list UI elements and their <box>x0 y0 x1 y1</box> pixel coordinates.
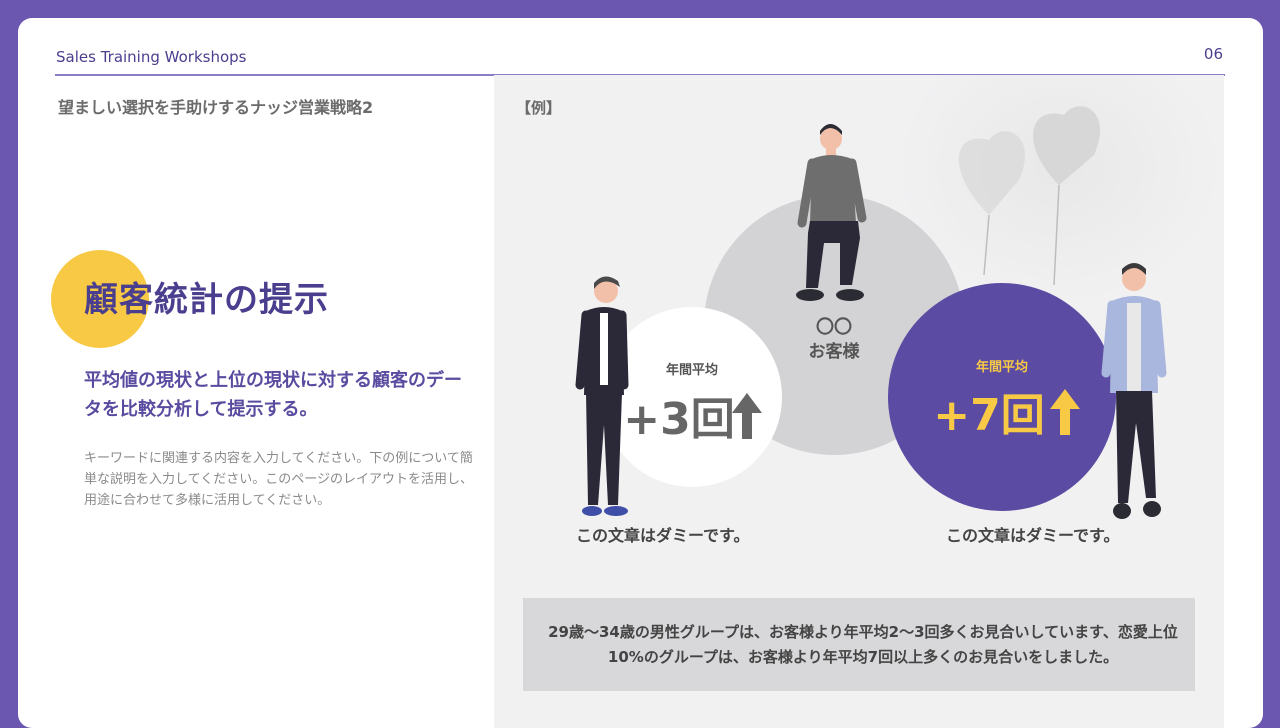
caption-left: この文章はダミーです。 <box>576 526 750 545</box>
top-stat-value: +7回 <box>933 390 1045 441</box>
summary-box: 29歳～34歳の男性グループは、お客様より年平均2～3回多くお見合いしています、… <box>523 598 1195 691</box>
brand-name: Sales Training Workshops <box>56 48 247 66</box>
suit-man-illustration <box>575 276 629 516</box>
caption-right: この文章はダミーです。 <box>946 526 1120 545</box>
page-number: 06 <box>1203 45 1223 63</box>
body-text: キーワードに関連する内容を入力してください。下の例について簡単な説明を入力してく… <box>84 451 473 508</box>
example-panel: 【例】 〇〇 お客様 年間平均 +3回 年間平均 +7回 この文章はダミーです。… <box>494 75 1224 728</box>
page-title: 顧客統計の提示 <box>84 280 329 320</box>
example-label: 【例】 <box>516 99 562 117</box>
arrow-up-icon <box>1050 389 1080 435</box>
top-stat-label: 年間平均 <box>975 360 1028 375</box>
lead-text: 平均値の現状と上位の現状に対する顧客のデータを比較分析して提示する。 <box>84 370 462 420</box>
summary-text: 29歳～34歳の男性グループは、お客様より年平均2～3回多くお見合いしています、… <box>548 623 1178 666</box>
top-stat-circle: 年間平均 +7回 <box>888 283 1116 511</box>
casual-man-illustration <box>1101 263 1167 519</box>
sitting-person-illustration <box>796 124 867 301</box>
slide-card: Sales Training Workshops 06 望ましい選択を手助けする… <box>18 18 1263 728</box>
section-subtitle: 望ましい選択を手助けするナッジ営業戦略2 <box>58 98 374 117</box>
arrow-up-icon <box>732 393 762 439</box>
slide-header: Sales Training Workshops 06 <box>55 45 1225 76</box>
